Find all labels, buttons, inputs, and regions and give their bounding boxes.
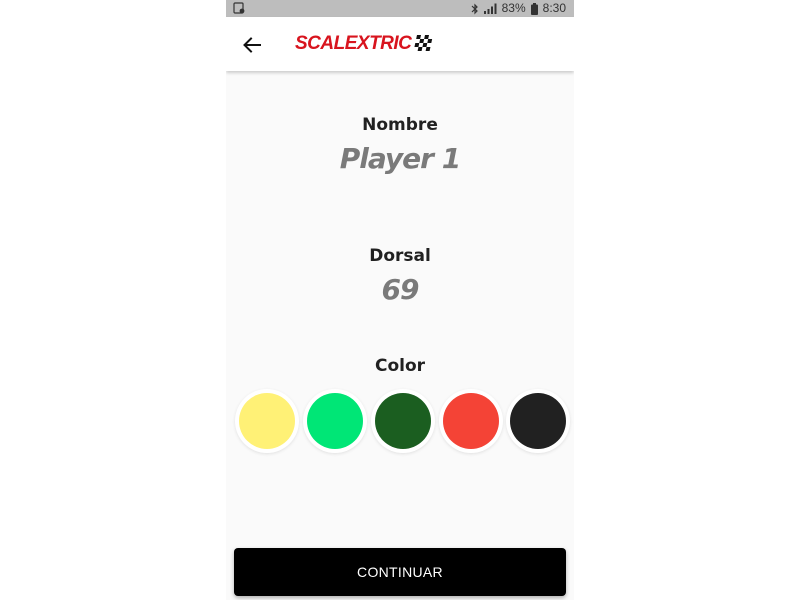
app-bar: SCALEXTRIC [226,17,574,71]
signal-icon [483,3,497,14]
bluetooth-icon [471,3,478,14]
continue-button[interactable]: CONTINUAR [234,548,566,596]
color-picker [226,389,574,453]
color-label: Color [374,356,426,376]
name-value[interactable]: Player 1 [226,142,574,175]
number-label: Dorsal [369,246,431,266]
back-button[interactable] [236,29,268,61]
number-value[interactable]: 69 [226,273,574,306]
color-swatch-fill [443,393,499,449]
color-swatch-fill [307,393,363,449]
status-time: 8:30 [542,1,566,15]
logo-text: SCALEXTRIC [295,33,412,54]
checkered-flag-icon [414,35,433,51]
status-bar: 83% 8:30 [226,0,574,17]
scalextric-logo: SCALEXTRIC [295,32,435,56]
name-label: Nombre [362,115,438,135]
color-swatch-fill [239,393,295,449]
arrow-left-icon [243,37,261,53]
color-swatch-dark-green[interactable] [371,389,435,453]
screenshot-icon [233,2,245,14]
color-swatch-red[interactable] [439,389,503,453]
color-swatch-green[interactable] [303,389,367,453]
color-swatch-fill [510,393,566,449]
battery-percentage: 83% [501,1,526,15]
color-swatch-fill [375,393,431,449]
app-screen: 83% 8:30 SCALEXTRIC Nombre Player 1 Dors… [226,0,574,600]
battery-icon [530,2,538,15]
color-swatch-yellow[interactable] [235,389,299,453]
color-swatch-black[interactable] [506,389,570,453]
status-icons: 83% 8:30 [471,0,566,17]
